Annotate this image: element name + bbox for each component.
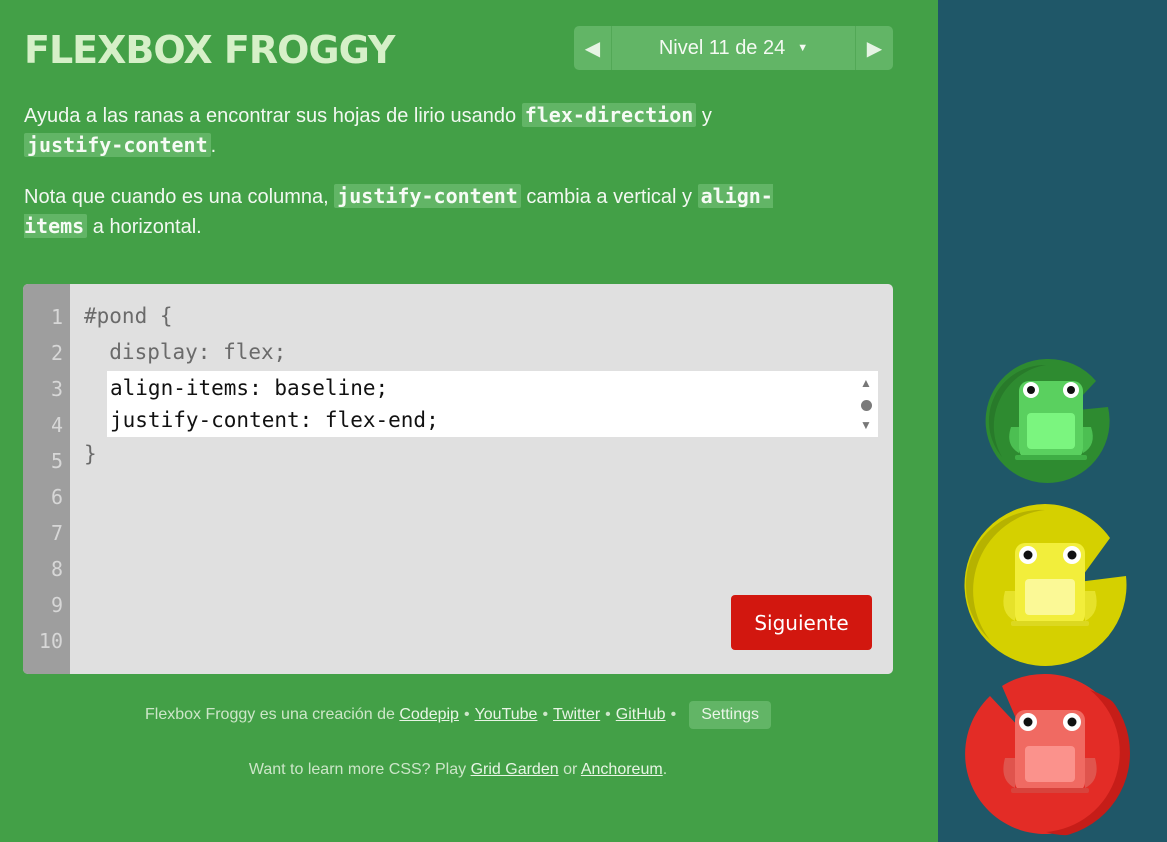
instructions-panel: FLEXBOX FROGGY ◀ Nivel 11 de 24 ▼ ▶ Ayud… <box>0 0 938 842</box>
line-number-gutter: 1 2 3 4 5 6 7 8 9 10 <box>23 284 70 674</box>
credits-text: Flexbox Froggy es una creación de <box>144 706 400 724</box>
instruction-text: a horizontal. <box>87 216 202 238</box>
line-number: 10 <box>38 629 63 653</box>
scroll-down-icon[interactable]: ▼ <box>859 418 873 432</box>
next-level-button[interactable]: ▶ <box>855 26 893 70</box>
code-keyword-justify-content: justify-content <box>24 133 211 157</box>
level-navigation: ◀ Nivel 11 de 24 ▼ ▶ <box>574 26 893 70</box>
instruction-paragraph-1: Ayuda a las ranas a encontrar sus hojas … <box>24 101 804 161</box>
code-keyword-flex-direction: flex-direction <box>521 103 697 127</box>
code-line-display: display: flex; <box>84 340 287 364</box>
line-number: 1 <box>50 305 63 329</box>
more-css-prefix: Want to learn more CSS? Play <box>248 761 471 778</box>
level-indicator-label: Nivel 11 de 24 <box>658 36 786 59</box>
more-css-text: Want to learn more CSS? Play Grid Garden… <box>0 761 916 779</box>
line-number: 9 <box>50 593 63 617</box>
youtube-link[interactable]: YouTube <box>475 706 538 723</box>
css-input-area <box>107 371 878 437</box>
line-number: 3 <box>50 377 63 401</box>
separator: • <box>542 706 549 724</box>
line-number: 8 <box>50 557 63 581</box>
grid-garden-link[interactable]: Grid Garden <box>471 761 559 778</box>
separator: • <box>670 706 677 724</box>
instruction-text: y <box>696 105 712 127</box>
line-number: 5 <box>50 449 63 473</box>
yellow-frog <box>1003 543 1097 626</box>
github-link[interactable]: GitHub <box>616 706 666 723</box>
anchoreum-link[interactable]: Anchoreum <box>581 761 663 778</box>
css-editor: 1 2 3 4 5 6 7 8 9 10 #pond { display: fl… <box>23 284 893 674</box>
red-frog <box>1003 710 1097 793</box>
instruction-text: Nota que cuando es una columna, <box>24 186 335 208</box>
next-button[interactable]: Siguiente <box>731 595 872 650</box>
line-number: 4 <box>50 413 63 437</box>
green-frog <box>1009 381 1093 460</box>
code-line-closing-brace: } <box>84 442 97 466</box>
more-css-suffix: . <box>662 761 668 778</box>
code-keyword-justify-content: justify-content <box>334 184 521 208</box>
line-number: 7 <box>50 521 63 545</box>
instruction-text: cambia a vertical y <box>520 186 698 208</box>
settings-button[interactable]: Settings <box>689 701 771 729</box>
pond-board <box>938 0 1167 842</box>
prev-level-button[interactable]: ◀ <box>574 26 612 70</box>
triangle-left-icon: ◀ <box>584 37 601 60</box>
app-title: FLEXBOX FROGGY <box>24 28 395 72</box>
separator: • <box>605 706 611 724</box>
more-css-or: or <box>558 761 581 778</box>
instruction-text: Ayuda a las ranas a encontrar sus hojas … <box>24 105 522 127</box>
scroll-thumb[interactable] <box>861 400 872 411</box>
footer-credits: Flexbox Froggy es una creación de Codepi… <box>0 701 916 729</box>
level-indicator[interactable]: Nivel 11 de 24 ▼ <box>612 26 855 70</box>
code-line-selector: #pond { <box>84 304 173 328</box>
instruction-paragraph-2: Nota que cuando es una columna, justify-… <box>24 182 804 242</box>
twitter-link[interactable]: Twitter <box>553 706 600 723</box>
caret-down-icon: ▼ <box>797 42 809 54</box>
separator: • <box>463 706 470 724</box>
scroll-up-icon[interactable]: ▲ <box>859 376 873 390</box>
instruction-text: . <box>210 135 217 157</box>
css-code-input[interactable] <box>110 372 850 436</box>
line-number: 2 <box>50 341 63 365</box>
codepip-link[interactable]: Codepip <box>399 706 459 723</box>
line-number: 6 <box>50 485 63 509</box>
triangle-right-icon: ▶ <box>866 37 883 60</box>
